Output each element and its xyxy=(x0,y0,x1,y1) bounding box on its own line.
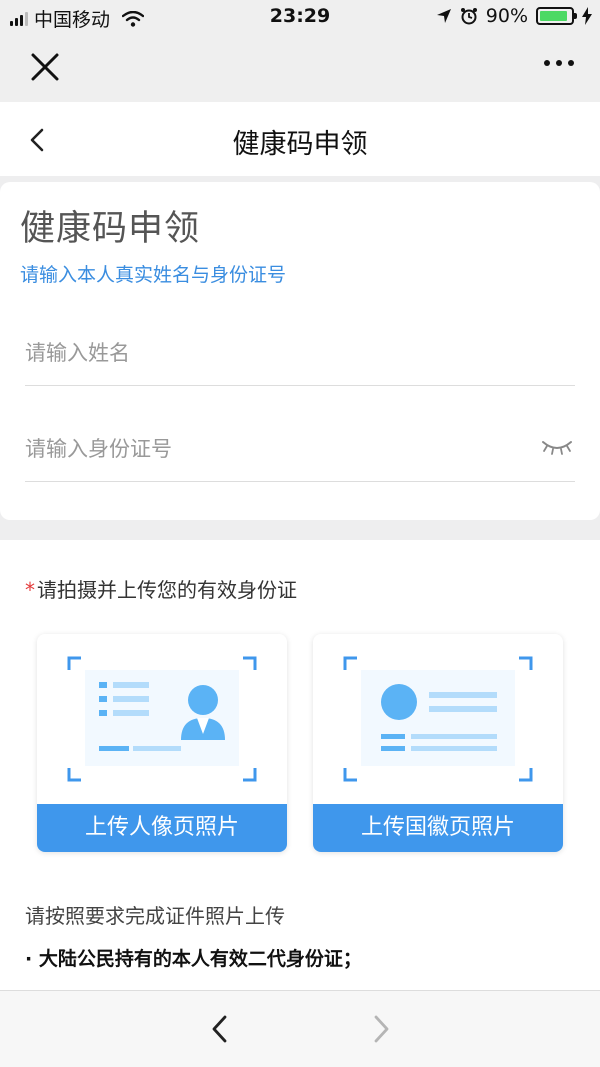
upload-rule: · 大陆公民持有的本人有效二代身份证； xyxy=(25,948,362,970)
form-subtitle: 请输入本人真实姓名与身份证号 xyxy=(20,264,287,286)
upload-back-tile[interactable]: 上传国徽页照片 xyxy=(313,634,563,852)
name-field xyxy=(25,328,575,386)
close-icon[interactable] xyxy=(28,50,62,84)
browser-top-bar xyxy=(0,34,600,102)
eye-closed-icon[interactable] xyxy=(541,438,573,456)
status-bar: 中国移动 23:29 90% xyxy=(0,0,600,34)
status-right: 90% xyxy=(436,5,592,27)
location-icon xyxy=(436,9,451,23)
required-mark: * xyxy=(25,578,35,602)
nav-back-icon[interactable] xyxy=(207,1013,233,1045)
identity-form-card: 健康码申领 请输入本人真实姓名与身份证号 xyxy=(0,182,600,520)
name-input[interactable] xyxy=(25,328,505,378)
upload-label: * 请拍摄并上传您的有效身份证 xyxy=(25,574,297,603)
nav-forward-icon[interactable] xyxy=(368,1013,394,1045)
page-header: 健康码申领 xyxy=(0,102,600,176)
alarm-icon xyxy=(460,8,477,25)
id-upload-card: * 请拍摄并上传您的有效身份证 上传人像页照片 上传国徽页照片 请按照要求完成证… xyxy=(0,540,600,990)
page-title: 健康码申领 xyxy=(232,129,368,160)
charging-icon xyxy=(582,7,592,25)
id-number-field xyxy=(25,424,575,482)
upload-label-text: 请拍摄并上传您的有效身份证 xyxy=(37,578,297,602)
battery-icon xyxy=(536,7,577,25)
upload-back-button[interactable]: 上传国徽页照片 xyxy=(313,804,563,852)
id-portrait-icon xyxy=(67,656,257,782)
battery-percent: 90% xyxy=(485,5,528,27)
id-number-input[interactable] xyxy=(25,424,505,474)
form-title: 健康码申领 xyxy=(20,209,201,249)
upload-instructions: 请按照要求完成证件照片上传 xyxy=(25,904,285,928)
upload-front-tile[interactable]: 上传人像页照片 xyxy=(37,634,287,852)
browser-bottom-bar xyxy=(0,990,600,1067)
more-icon[interactable] xyxy=(544,60,574,66)
id-emblem-icon xyxy=(343,656,533,782)
upload-front-button[interactable]: 上传人像页照片 xyxy=(37,804,287,852)
